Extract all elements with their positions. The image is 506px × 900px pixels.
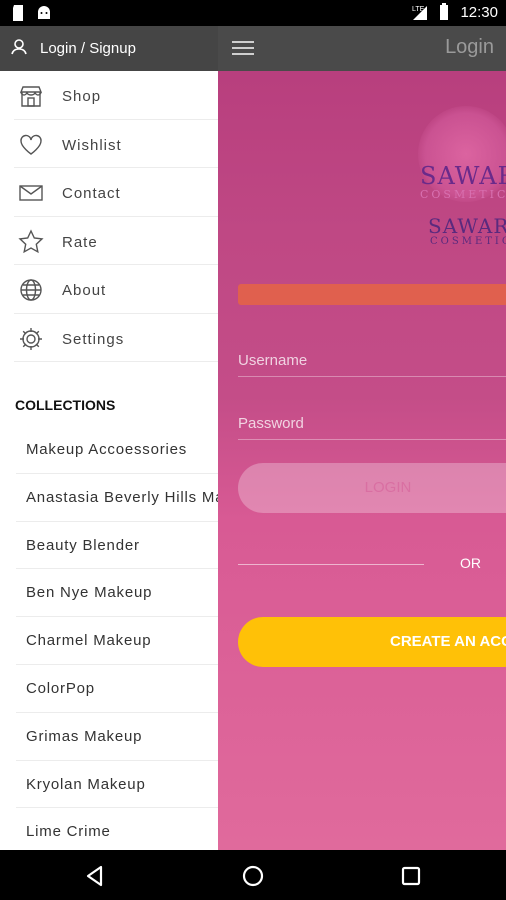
- collection-label: Beauty Blender: [26, 536, 140, 554]
- collections-list: Makeup Accoessories Anastasia Beverly Hi…: [0, 426, 218, 850]
- recents-icon[interactable]: [398, 863, 424, 889]
- or-divider: OR: [238, 553, 506, 577]
- collection-item[interactable]: Anastasia Beverly Hills Makeup: [16, 474, 218, 522]
- collections-heading: COLLECTIONS: [15, 397, 116, 413]
- collection-item[interactable]: Kryolan Makeup: [16, 761, 218, 809]
- or-label: OR: [460, 555, 481, 571]
- logo-subtext-primary: COSMETICS: [420, 188, 506, 201]
- login-button[interactable]: LOGIN: [238, 463, 506, 513]
- menu-item-settings[interactable]: Settings: [14, 314, 218, 362]
- collection-item[interactable]: Grimas Makeup: [16, 713, 218, 761]
- signal-icon: LTE: [412, 6, 428, 20]
- status-time: 12:30: [460, 3, 498, 21]
- collection-label: Grimas Makeup: [26, 727, 143, 745]
- collection-label: ColorPop: [26, 679, 95, 697]
- back-icon[interactable]: [82, 863, 108, 889]
- app-bar: Login: [218, 26, 506, 71]
- logo-subtext-secondary: COSMETICS: [430, 236, 506, 247]
- collection-label: Makeup Accoessories: [26, 441, 188, 458]
- login-screen: Login SAWARY COSMETICS SAWARY COSMETICS …: [218, 26, 506, 850]
- status-bar: LTE 12:30: [0, 0, 506, 26]
- collection-item[interactable]: Lime Crime: [16, 808, 218, 850]
- collection-item[interactable]: Charmel Makeup: [16, 617, 218, 665]
- menu-item-label: Wishlist: [62, 136, 122, 154]
- hamburger-menu-icon[interactable]: [232, 41, 254, 57]
- gear-icon: [20, 327, 42, 350]
- menu-item-label: Shop: [62, 88, 102, 105]
- collection-label: Anastasia Beverly Hills Makeup: [26, 488, 218, 506]
- menu-item-label: About: [62, 282, 107, 299]
- collection-label: Lime Crime: [26, 823, 111, 841]
- menu-item-about[interactable]: About: [14, 265, 218, 314]
- heart-icon: [20, 134, 42, 155]
- mail-icon: [19, 185, 43, 201]
- globe-icon: [20, 279, 42, 301]
- collection-label: Ben Nye Makeup: [26, 584, 153, 602]
- system-navigation-bar: [0, 850, 506, 900]
- shop-icon: [19, 86, 43, 107]
- page-title: Login: [445, 36, 494, 58]
- menu-item-rate[interactable]: Rate: [14, 217, 218, 265]
- logo-text-secondary: SAWARY: [428, 214, 506, 238]
- collection-item[interactable]: Beauty Blender: [16, 522, 218, 570]
- user-icon: [11, 39, 27, 55]
- collection-item[interactable]: ColorPop: [16, 665, 218, 713]
- divider-line: [238, 564, 424, 565]
- username-underline: [238, 376, 506, 377]
- username-placeholder: Username: [238, 352, 308, 369]
- drawer-menu: Shop Wishlist Contact Rate About Setting…: [0, 71, 218, 362]
- collection-label: Kryolan Makeup: [26, 775, 146, 793]
- battery-icon: [440, 3, 449, 20]
- login-signup-label: Login / Signup: [40, 40, 136, 57]
- sd-card-icon: [13, 5, 23, 21]
- navigation-drawer: Login / Signup Shop Wishlist Contact Rat…: [0, 26, 218, 850]
- logo-text-primary: SAWARY: [420, 162, 506, 190]
- password-field[interactable]: Password: [238, 415, 506, 440]
- menu-item-label: Settings: [62, 330, 125, 348]
- collection-label: Charmel Makeup: [26, 632, 152, 650]
- password-placeholder: Password: [238, 415, 304, 432]
- create-account-button[interactable]: CREATE AN ACCOUNT: [238, 617, 506, 667]
- home-icon[interactable]: [240, 863, 266, 889]
- menu-item-wishlist[interactable]: Wishlist: [14, 120, 218, 168]
- android-icon: [38, 6, 50, 19]
- menu-item-shop[interactable]: Shop: [14, 71, 218, 120]
- drawer-header-login[interactable]: Login / Signup: [0, 26, 218, 71]
- password-underline: [238, 439, 506, 440]
- menu-item-label: Contact: [62, 185, 121, 202]
- brand-logo: SAWARY COSMETICS SAWARY COSMETICS: [416, 106, 506, 276]
- menu-item-contact[interactable]: Contact: [14, 168, 218, 217]
- collection-item[interactable]: Ben Nye Makeup: [16, 569, 218, 618]
- menu-item-label: Rate: [62, 233, 98, 251]
- star-icon: [18, 228, 44, 253]
- username-field[interactable]: Username: [238, 352, 506, 377]
- error-banner: [238, 284, 506, 305]
- collection-item[interactable]: Makeup Accoessories: [16, 426, 218, 474]
- svg-text:LTE: LTE: [412, 6, 425, 13]
